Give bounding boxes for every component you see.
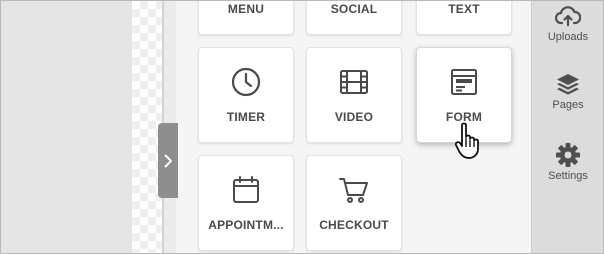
layers-icon [557,74,579,95]
widgets-panel: MENU SOCIAL TEXT TIMER VIDEO FORM APPOIN… [176,1,531,253]
widget-timer-label: TIMER [226,110,266,124]
clock-icon [199,66,293,98]
widget-menu[interactable]: MENU [198,1,294,35]
chevron-right-icon [164,153,173,168]
widget-social[interactable]: SOCIAL [306,1,402,35]
calendar-icon [199,174,293,206]
sidebar-item-pages-label: Pages [552,99,584,111]
right-sidebar: Uploads Pages Settings [531,1,603,253]
widget-timer[interactable]: TIMER [198,47,294,143]
sidebar-item-settings[interactable]: Settings [532,142,603,182]
widget-video[interactable]: VIDEO [306,47,402,143]
widget-menu-label: MENU [227,2,265,16]
sidebar-item-settings-label: Settings [548,170,588,182]
gear-icon [556,143,580,167]
widget-social-label: SOCIAL [330,2,378,16]
sidebar-item-uploads[interactable]: Uploads [532,3,603,43]
workspace-background [1,1,132,253]
widget-text[interactable]: TEXT [416,1,512,35]
widget-form-label: FORM [445,110,483,124]
widget-text-label: TEXT [448,2,480,16]
widget-checkout-label: CHECKOUT [319,218,389,232]
widget-appointment[interactable]: APPOINTM... [198,155,294,251]
sidebar-item-pages[interactable]: Pages [532,71,603,111]
shopping-cart-icon [307,174,401,206]
widget-appointment-label: APPOINTM... [208,218,284,232]
widget-video-label: VIDEO [334,110,374,124]
editor-window: MENU SOCIAL TEXT TIMER VIDEO FORM APPOIN… [0,0,604,254]
sidebar-item-uploads-label: Uploads [547,31,589,43]
widget-checkout[interactable]: CHECKOUT [306,155,402,251]
film-icon [307,66,401,98]
cloud-upload-icon [555,6,581,27]
form-icon [417,66,511,98]
widget-form[interactable]: FORM [416,47,512,143]
collapse-panel-handle[interactable] [158,123,178,198]
